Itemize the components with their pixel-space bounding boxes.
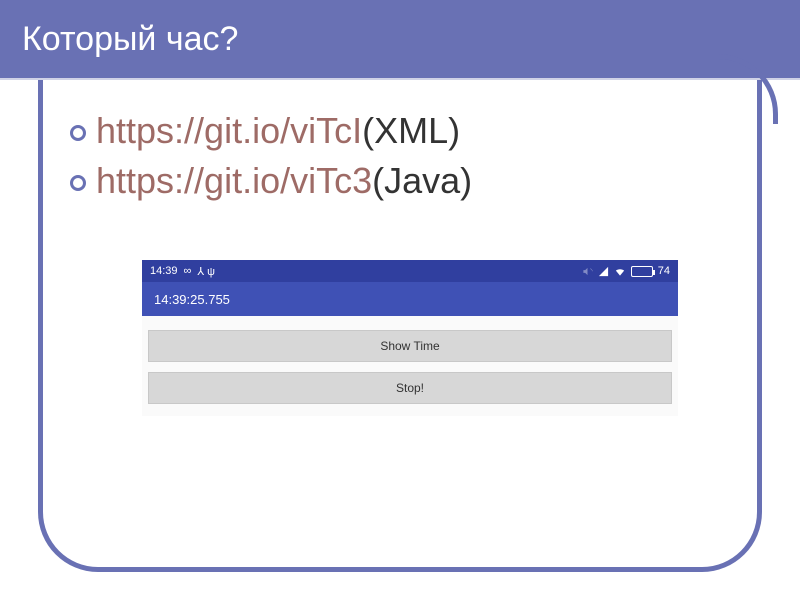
status-time: 14:39 [150,265,178,277]
bullet-list: https://git.io/viTcI (XML) https://git.i… [70,110,740,210]
link-xml-suffix: (XML) [362,110,460,152]
android-screenshot: 14:39 ∞ ⅄ ψ 74 14:39:25.755 Show Time St… [142,260,678,416]
list-item: https://git.io/viTc3 (Java) [70,160,740,202]
status-right: 74 [582,265,670,277]
show-time-label: Show Time [380,339,439,353]
wifi-icon [614,266,626,277]
bullet-disc-icon [70,175,86,191]
mute-icon [582,266,593,277]
status-misc-icons: ⅄ ψ [197,265,215,278]
show-time-button[interactable]: Show Time [148,330,672,362]
link-xml[interactable]: https://git.io/viTcI [96,110,362,152]
stop-button[interactable]: Stop! [148,372,672,404]
link-java-suffix: (Java) [372,160,472,202]
bullet-disc-icon [70,125,86,141]
android-action-bar: 14:39:25.755 [142,282,678,316]
link-java[interactable]: https://git.io/viTc3 [96,160,372,202]
android-status-bar: 14:39 ∞ ⅄ ψ 74 [142,260,678,282]
android-app-body: Show Time Stop! [142,316,678,416]
battery-icon [631,266,653,277]
slide-title-bar: Который час? [0,0,800,80]
status-left: 14:39 ∞ ⅄ ψ [150,265,215,278]
list-item: https://git.io/viTcI (XML) [70,110,740,152]
status-infinity-icon: ∞ [184,265,192,277]
battery-percent: 74 [658,265,670,277]
signal-icon [598,266,609,277]
slide-title: Который час? [22,20,238,59]
action-bar-time: 14:39:25.755 [154,292,230,307]
stop-label: Stop! [396,381,424,395]
